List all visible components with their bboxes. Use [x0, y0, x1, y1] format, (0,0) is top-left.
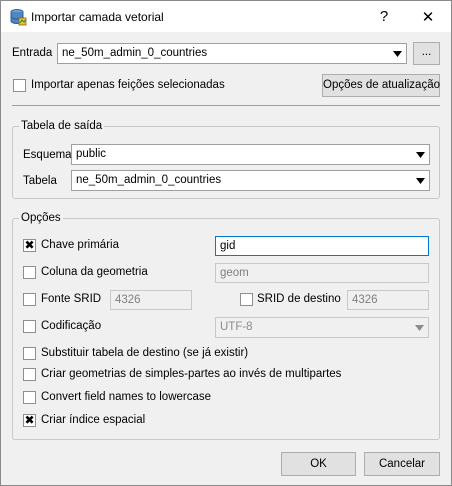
update-options-button[interactable]: Opções de atualização: [322, 74, 440, 97]
close-button[interactable]: ✕: [405, 1, 451, 32]
browse-button[interactable]: ...: [413, 42, 440, 65]
separator: [12, 105, 440, 106]
lowercase-label: Convert field names to lowercase: [41, 391, 212, 403]
chevron-down-icon: [412, 171, 429, 190]
geometry-column-label: Coluna da geometria: [41, 266, 148, 278]
database-icon: [10, 9, 27, 26]
input-label: Entrada: [12, 47, 53, 59]
source-srid-input[interactable]: 4326: [110, 290, 192, 310]
encoding-checkbox[interactable]: [23, 320, 36, 333]
options-group-title: Opções: [19, 212, 63, 224]
geometry-column-checkbox[interactable]: [23, 266, 36, 279]
import-selected-label: Importar apenas feições selecionadas: [31, 79, 225, 91]
table-label: Tabela: [23, 175, 57, 187]
single-part-label: Criar geometrias de simples-partes ao in…: [41, 368, 342, 380]
browse-button-label: ...: [421, 46, 432, 58]
primary-key-label: Chave primária: [41, 239, 119, 251]
schema-combo[interactable]: public: [71, 144, 430, 165]
encoding-combo[interactable]: UTF-8: [215, 317, 429, 338]
encoding-value: UTF-8: [220, 321, 253, 333]
target-srid-checkbox[interactable]: [240, 293, 253, 306]
input-layer-value: ne_50m_admin_0_countries: [62, 47, 208, 59]
spatial-index-label: Criar índice espacial: [41, 414, 146, 426]
update-options-label: Opções de atualização: [323, 79, 440, 91]
schema-label: Esquema: [23, 149, 72, 161]
window-title: Importar camada vetorial: [31, 10, 164, 24]
chevron-down-icon: [389, 44, 406, 63]
source-srid-label: Fonte SRID: [41, 293, 102, 305]
import-selected-checkbox[interactable]: [13, 79, 26, 92]
help-button[interactable]: ?: [361, 1, 407, 32]
check-icon: ✖: [24, 413, 35, 427]
replace-table-checkbox[interactable]: [23, 347, 36, 360]
output-table-group-title: Tabela de saída: [19, 120, 105, 132]
schema-value: public: [76, 148, 107, 160]
check-icon: ✖: [24, 238, 35, 252]
cancel-button[interactable]: Cancelar: [364, 452, 440, 476]
chevron-down-icon: [412, 145, 429, 164]
primary-key-input[interactable]: gid: [215, 236, 429, 256]
cancel-button-label: Cancelar: [378, 458, 426, 470]
table-value: ne_50m_admin_0_countries: [76, 174, 222, 186]
help-icon: ?: [379, 8, 389, 25]
replace-table-label: Substituir tabela de destino (se já exis…: [41, 347, 249, 359]
geometry-column-input[interactable]: geom: [215, 263, 429, 283]
encoding-label: Codificação: [41, 320, 102, 332]
table-combo[interactable]: ne_50m_admin_0_countries: [71, 170, 430, 191]
import-vector-layer-dialog: Importar camada vetorial ? ✕ Entrada ne_…: [0, 0, 452, 486]
spatial-index-checkbox[interactable]: ✖: [23, 414, 36, 427]
input-layer-combo[interactable]: ne_50m_admin_0_countries: [57, 43, 407, 64]
target-srid-input[interactable]: 4326: [347, 290, 429, 310]
lowercase-checkbox[interactable]: [23, 391, 36, 404]
source-srid-checkbox[interactable]: [23, 293, 36, 306]
close-icon: ✕: [421, 8, 435, 26]
ok-button[interactable]: OK: [281, 452, 356, 476]
primary-key-checkbox[interactable]: ✖: [23, 239, 36, 252]
single-part-checkbox[interactable]: [23, 368, 36, 381]
ok-button-label: OK: [310, 458, 327, 470]
title-bar: Importar camada vetorial ? ✕: [1, 1, 451, 32]
target-srid-label: SRID de destino: [257, 293, 341, 305]
chevron-down-icon: [411, 318, 428, 337]
